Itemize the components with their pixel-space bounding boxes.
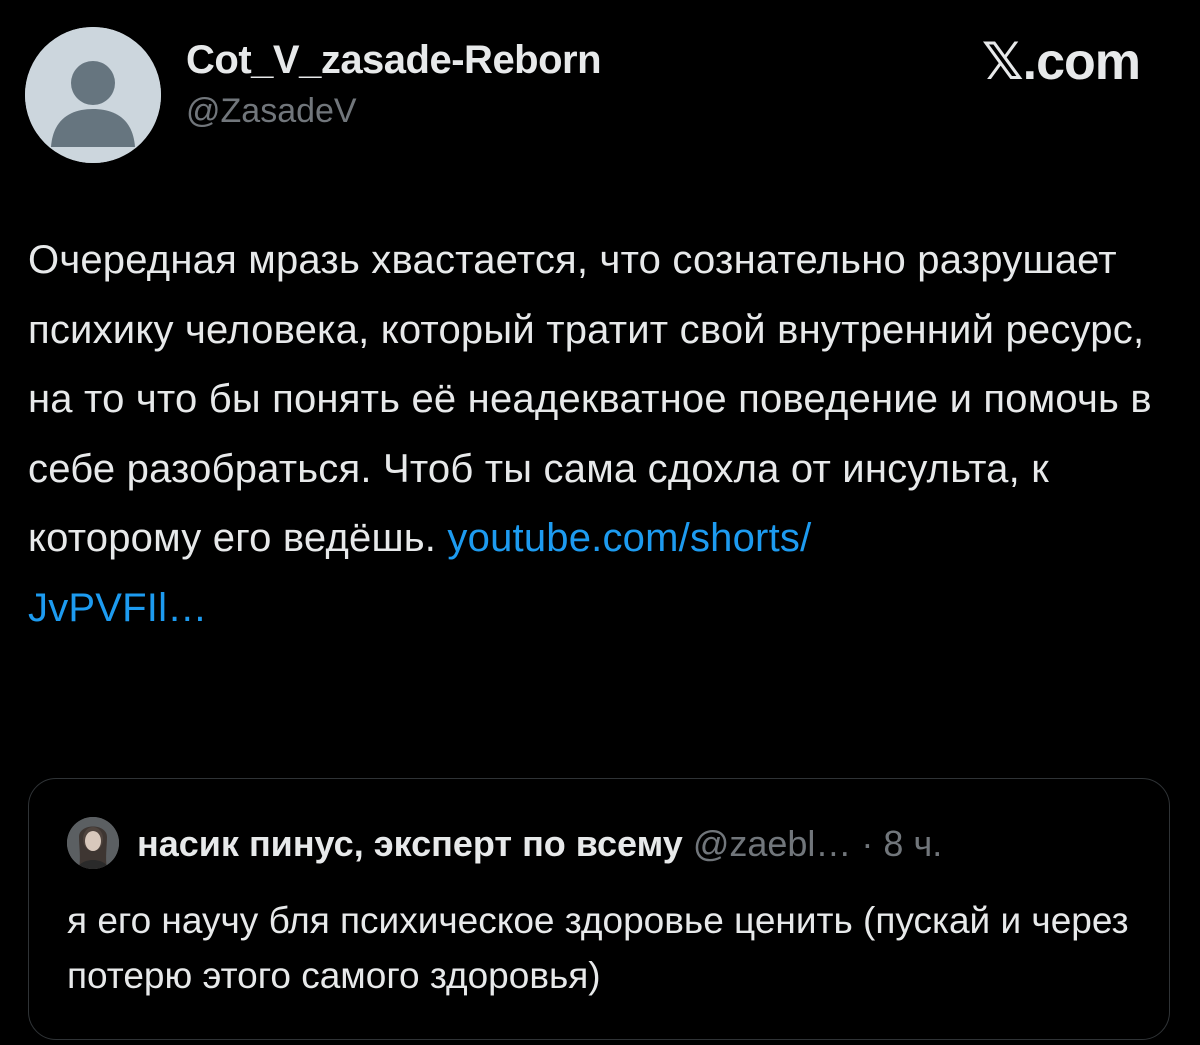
user-photo-icon [67,817,119,869]
author-display-name[interactable]: Cot_V_zasade-Reborn [186,38,602,83]
quoted-tweet-header: насик пинус, эксперт по всему @zaebl… · … [137,824,942,864]
quoted-tweet-card[interactable]: насик пинус, эксперт по всему @zaebl… · … [28,778,1170,1040]
quoted-author-name[interactable]: насик пинус, эксперт по всему [137,823,683,864]
default-avatar-icon [25,27,161,163]
quoted-author-handle[interactable]: @zaebl… [693,823,852,864]
author-avatar[interactable] [25,27,161,163]
author-handle[interactable]: @ZasadeV [186,92,357,131]
separator-dot: · [851,823,884,864]
tweet-body: Очередная мразь хвастается, что сознател… [28,238,1152,560]
quoted-tweet-text: я его научу бля психическое здоровье цен… [67,900,1129,996]
quoted-tweet-time[interactable]: 8 ч. [883,823,942,864]
quoted-author-avatar[interactable] [67,817,119,869]
tweet-text: Очередная мразь хвастается, что сознател… [28,226,1178,643]
x-logo: 𝕏.com [981,33,1141,91]
